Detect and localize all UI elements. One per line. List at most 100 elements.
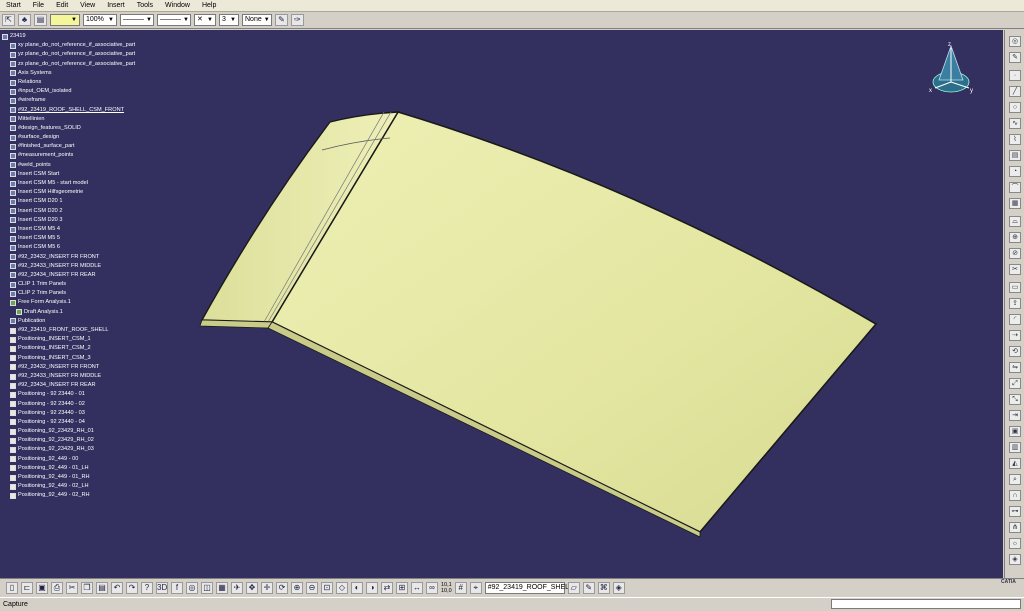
plane-icon[interactable]: ▱ xyxy=(567,582,580,594)
tree-item[interactable]: #measurement_points xyxy=(2,151,135,160)
specification-tree[interactable]: 23419 xy plane_do_not_reference_if_associ… xyxy=(2,32,135,501)
pan-icon[interactable]: ✛ xyxy=(261,582,273,594)
tree-item[interactable]: Positioning_INSERT_CSM_3 xyxy=(2,354,135,363)
tree-item[interactable]: Free Form Analysis.1 xyxy=(2,298,135,307)
sectioning-icon[interactable]: ⊞ xyxy=(396,582,408,594)
tree-item[interactable]: Insert CSM D20 1 xyxy=(2,197,135,206)
point-icon[interactable]: · xyxy=(1009,70,1021,81)
tree-item[interactable]: yz plane_do_not_reference_if_associative… xyxy=(2,50,135,59)
swap-icon[interactable]: ⇄ xyxy=(381,582,393,594)
join-icon[interactable]: ⊕ xyxy=(1009,232,1021,243)
tree-item[interactable]: Positioning_92_449 - 00 xyxy=(2,455,135,464)
scaling-icon[interactable]: ⤢ xyxy=(1009,378,1021,389)
draft-icon[interactable]: ◭ xyxy=(1009,458,1021,469)
fit-all-icon[interactable]: ✥ xyxy=(246,582,258,594)
sheet-icon[interactable]: ▤ xyxy=(34,14,47,26)
fillet-icon[interactable]: ◜ xyxy=(1009,314,1021,325)
tree-item[interactable]: Draft Analysis.1 xyxy=(2,308,135,317)
tree-item[interactable]: Insert CSM M5 - start model xyxy=(2,179,135,188)
sweep-icon[interactable]: ⌒ xyxy=(1009,182,1021,193)
tree-item[interactable]: #92_23432_INSERT FR FRONT xyxy=(2,253,135,262)
measure-between-icon[interactable]: ↔ xyxy=(411,582,423,594)
select-icon[interactable]: ⇱ xyxy=(2,14,15,26)
current-body-combo[interactable]: #92_23419_ROOF_SHELL▼ xyxy=(484,582,581,594)
tree-item[interactable]: #92_23434_INSERT FR REAR xyxy=(2,271,135,280)
thickness-icon[interactable]: ▥ xyxy=(1009,442,1021,453)
line-weight-combo[interactable]: 3 ▼ xyxy=(219,14,239,26)
line-thickness-combo[interactable]: ——— ▼ xyxy=(157,14,191,26)
tree-item[interactable]: Insert CSM Start xyxy=(2,170,135,179)
copy-icon[interactable]: ❐ xyxy=(81,582,93,594)
curvature-icon[interactable]: ∩ xyxy=(1009,490,1021,501)
tree-item[interactable]: Positioning_92_449 - 01_LH xyxy=(2,464,135,473)
tree-item[interactable]: CLIP 2 Trim Panels xyxy=(2,289,135,298)
menu-insert[interactable]: Insert xyxy=(101,0,131,11)
save-icon[interactable]: ▣ xyxy=(36,582,48,594)
affinity-icon[interactable]: ⤡ xyxy=(1009,394,1021,405)
rotate-icon[interactable]: ⟳ xyxy=(276,582,288,594)
tree-item[interactable]: Insert CSM D20 2 xyxy=(2,207,135,216)
tree-item[interactable]: Insert CSM M5 5 xyxy=(2,234,135,243)
tree-item[interactable]: #design_features_SOLID xyxy=(2,124,135,133)
split-icon[interactable]: ⊘ xyxy=(1009,248,1021,259)
tree-item[interactable]: Positioning_92_449 - 02_RH xyxy=(2,491,135,500)
material-icon[interactable]: ◈ xyxy=(1009,554,1021,565)
tree-item[interactable]: Positioning_92_449 - 01_RH xyxy=(2,473,135,482)
tree-item[interactable]: #92_23433_INSERT FR MIDDLE xyxy=(2,372,135,381)
snap-icon[interactable]: ⌖ xyxy=(469,582,482,594)
fill-icon[interactable]: ▦ xyxy=(1009,198,1021,209)
layer-combo[interactable]: None ▼ xyxy=(242,14,272,26)
normal-view-icon[interactable]: ⊡ xyxy=(321,582,333,594)
tree-item[interactable]: Positioning - 92 23440 - 03 xyxy=(2,409,135,418)
menu-view[interactable]: View xyxy=(74,0,101,11)
tree-item[interactable]: #92_23434_INSERT FR REAR xyxy=(2,381,135,390)
undo-icon[interactable]: ↶ xyxy=(111,582,123,594)
symmetry-icon[interactable]: ⇋ xyxy=(1009,362,1021,373)
tree-icon[interactable]: ♣ xyxy=(18,14,31,26)
workbench-icon[interactable]: ◎ xyxy=(1009,36,1021,47)
trim-icon[interactable]: ✂ xyxy=(1009,264,1021,275)
redo-icon[interactable]: ↷ xyxy=(126,582,138,594)
tree-item[interactable]: Insert CSM D20 3 xyxy=(2,216,135,225)
extrude-icon[interactable]: ▤ xyxy=(1009,150,1021,161)
tree-item[interactable]: Axis Systems xyxy=(2,69,135,78)
shading-icon[interactable]: ◐ xyxy=(351,582,363,594)
tree-item[interactable]: Insert CSM Hilfsgeometrie xyxy=(2,188,135,197)
cut-icon[interactable]: ✂ xyxy=(66,582,78,594)
command-input[interactable] xyxy=(831,599,1021,609)
sketch-icon[interactable]: ✎ xyxy=(582,582,595,594)
tree-item[interactable]: 23419 xyxy=(2,32,135,41)
light-icon[interactable]: ☼ xyxy=(1009,538,1021,549)
line-type-combo[interactable]: ——— ▼ xyxy=(120,14,154,26)
revolve-icon[interactable]: ◔ xyxy=(1009,166,1021,177)
tree-item[interactable]: CLIP 1 Trim Panels xyxy=(2,280,135,289)
tree-item[interactable]: Positioning_92_23429_RH_02 xyxy=(2,436,135,445)
blend-icon[interactable]: ⌓ xyxy=(1009,216,1021,227)
fly-icon[interactable]: ✈ xyxy=(231,582,243,594)
tree-item[interactable]: #92_23433_INSERT FR MIDDLE xyxy=(2,262,135,271)
tree-item[interactable]: #92_23419_ROOF_SHELL_CSM_FRONT xyxy=(2,106,135,115)
tree-item[interactable]: Positioning_INSERT_CSM_2 xyxy=(2,344,135,353)
porcupine-icon[interactable]: ⋔ xyxy=(1009,522,1021,533)
point-symbol-combo[interactable]: ✕ ▼ xyxy=(194,14,216,26)
menu-tools[interactable]: Tools xyxy=(131,0,159,11)
spline-icon[interactable]: ∿ xyxy=(1009,118,1021,129)
measure-icon[interactable]: ◫ xyxy=(201,582,213,594)
3d-viewport[interactable]: 23419 xy plane_do_not_reference_if_associ… xyxy=(0,30,1003,578)
tree-item[interactable]: zx plane_do_not_reference_if_associative… xyxy=(2,60,135,69)
menu-edit[interactable]: Edit xyxy=(50,0,74,11)
open-file-icon[interactable]: ⊏ xyxy=(21,582,33,594)
extrapolate-icon[interactable]: ⇥ xyxy=(1009,410,1021,421)
3d-icon[interactable]: 3D xyxy=(156,582,168,594)
boundary-icon[interactable]: ▭ xyxy=(1009,282,1021,293)
tree-item[interactable]: Positioning_92_449 - 02_LH xyxy=(2,482,135,491)
link-icon[interactable]: ∞ xyxy=(426,582,438,594)
line-icon[interactable]: ╱ xyxy=(1009,86,1021,97)
zoom-out-icon[interactable]: ⊖ xyxy=(306,582,318,594)
print-icon[interactable]: ⎙ xyxy=(51,582,63,594)
tree-item[interactable]: #weld_points xyxy=(2,161,135,170)
tree-item[interactable]: #surface_design xyxy=(2,133,135,142)
extract-icon[interactable]: ⇪ xyxy=(1009,298,1021,309)
formula-icon[interactable]: f xyxy=(171,582,183,594)
helix-icon[interactable]: ⌇ xyxy=(1009,134,1021,145)
